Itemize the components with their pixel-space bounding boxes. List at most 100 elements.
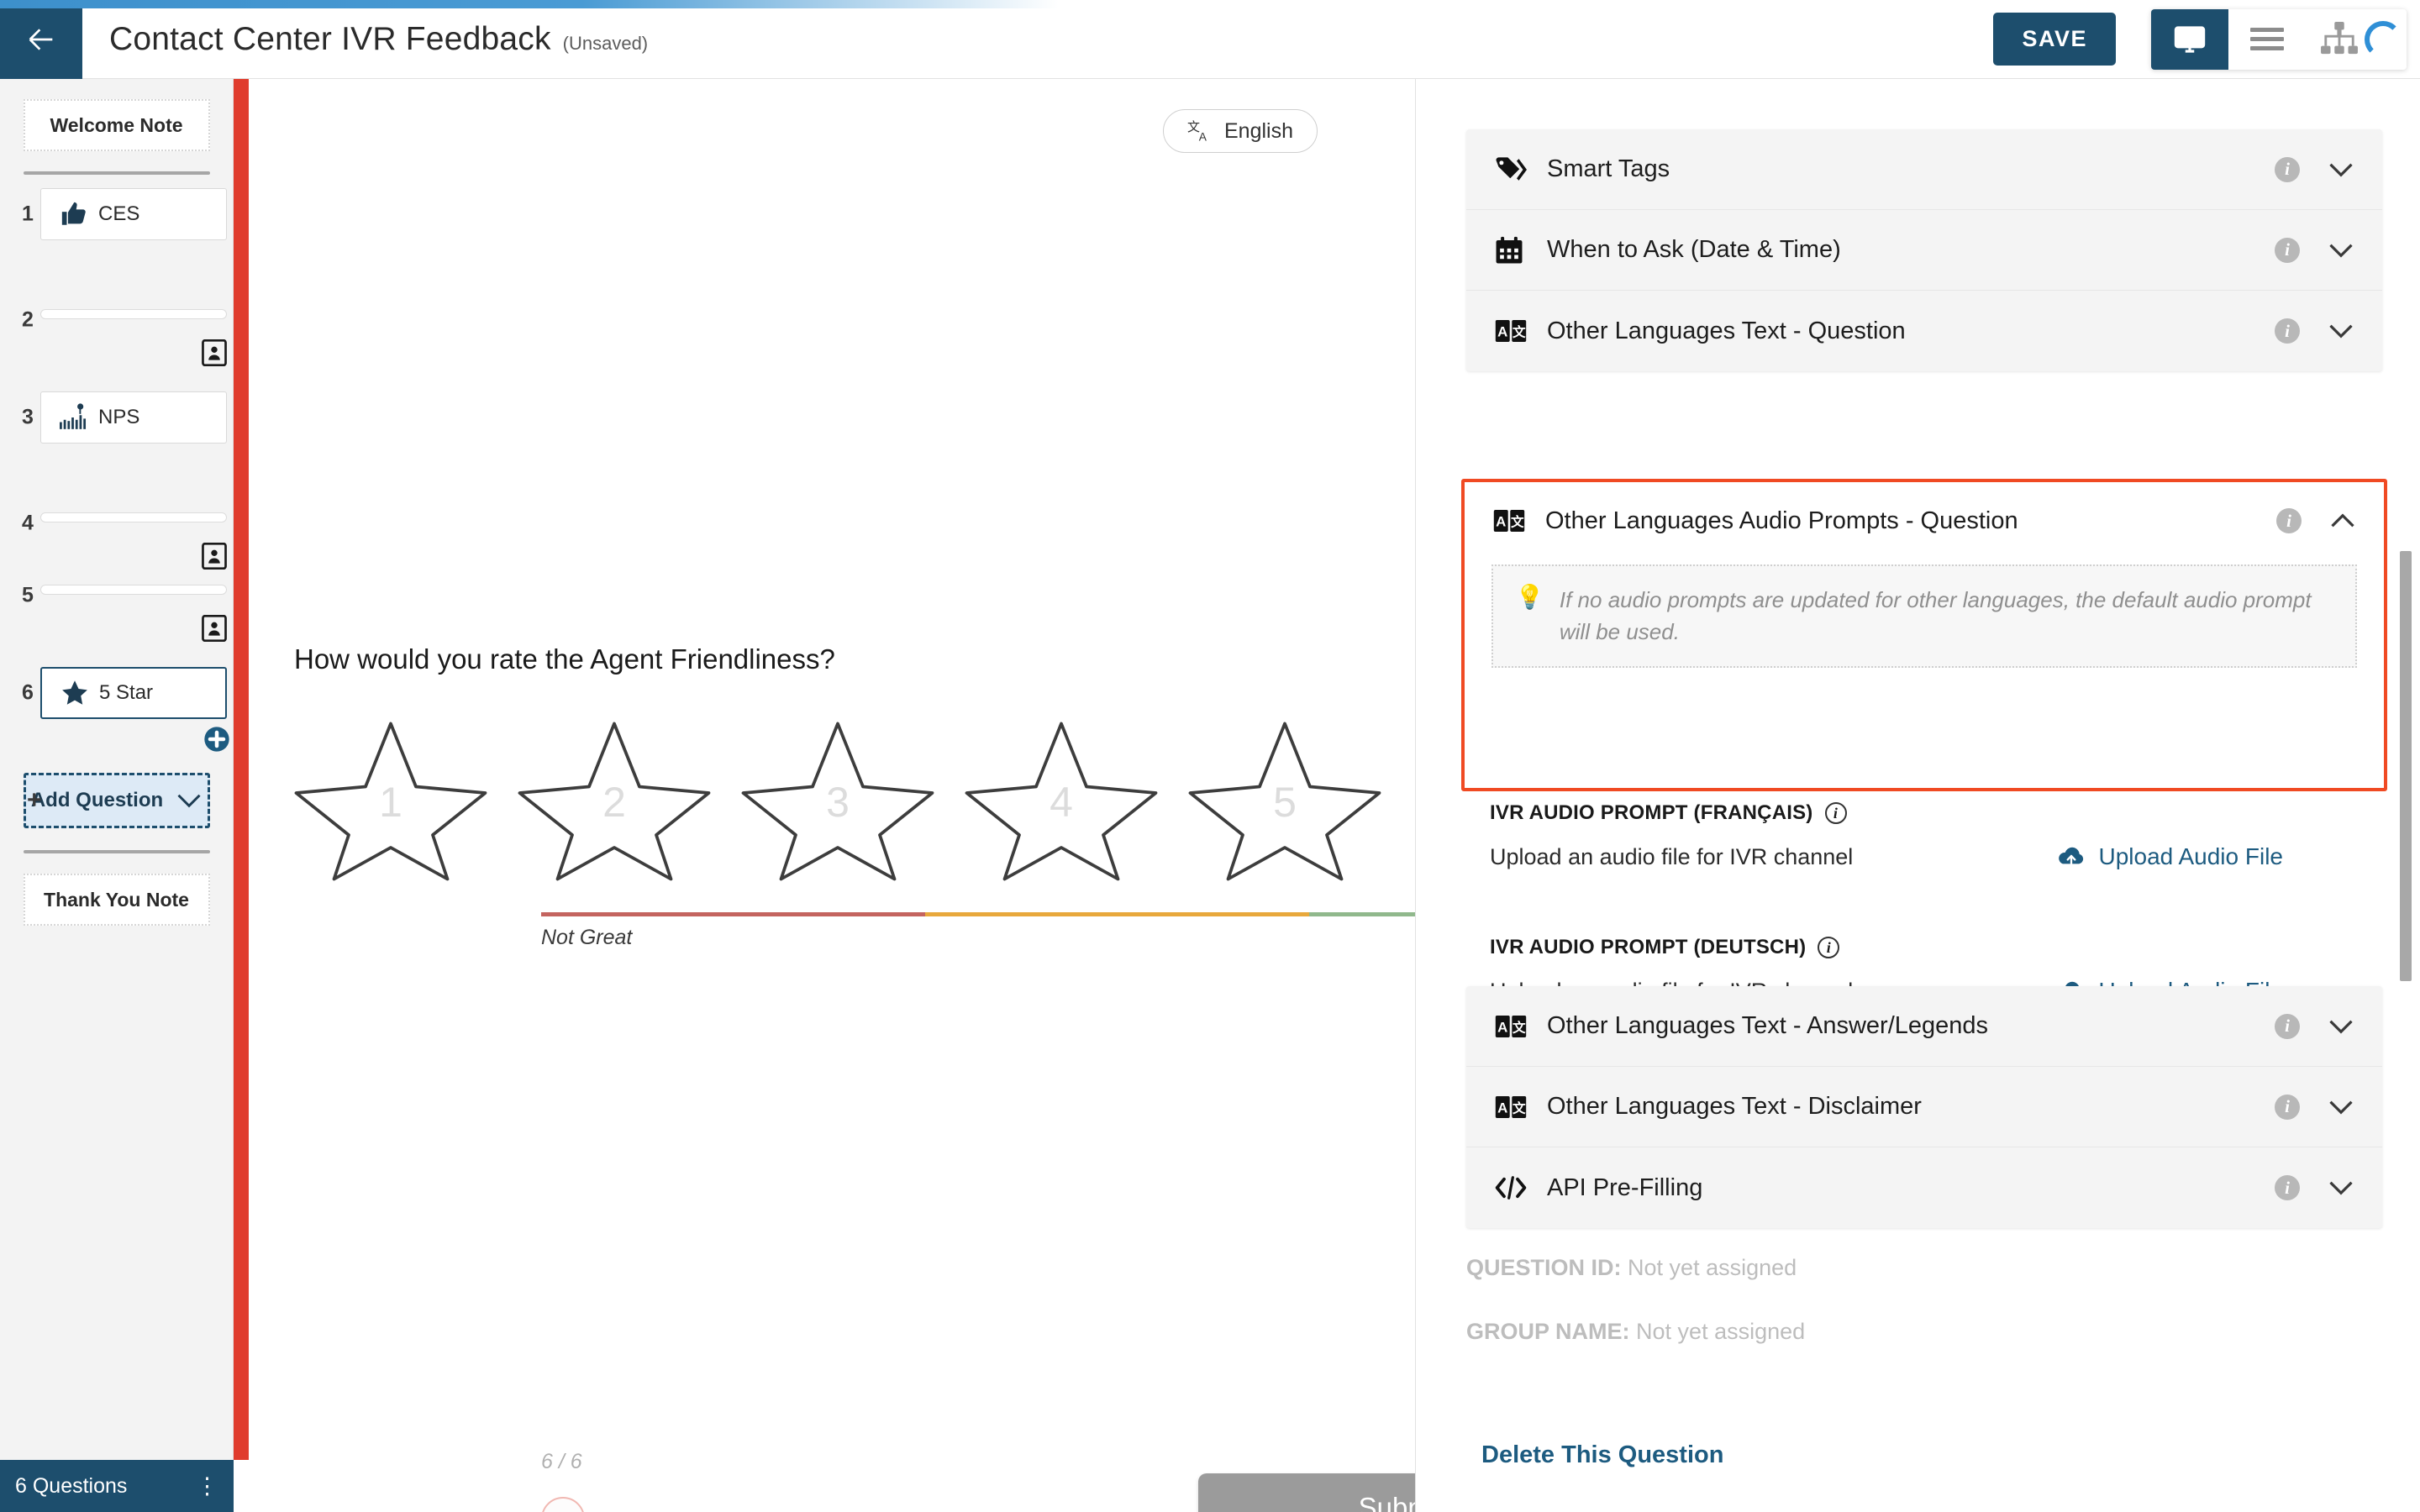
translate-box-icon: A 文	[1495, 1015, 1547, 1037]
upload-description: Upload an audio file for IVR channel	[1490, 843, 1854, 869]
add-question-label: Add Question	[30, 789, 164, 811]
question-number: 5	[22, 583, 34, 607]
loading-spinner-icon	[2365, 20, 2402, 58]
accordion-controls: i	[2275, 1175, 2354, 1200]
accordion-smart-tags[interactable]: Smart Tags i	[1466, 129, 2382, 210]
page-card-icon[interactable]	[202, 339, 227, 366]
question-id-value: Not yet assigned	[1628, 1255, 1797, 1280]
chevron-down-icon[interactable]	[2328, 1100, 2354, 1115]
upload-label-text: IVR AUDIO PROMPT (DEUTSCH)	[1490, 936, 1807, 958]
chevron-down-icon[interactable]	[2328, 1019, 2354, 1034]
sidebar-question-2: 2	[20, 301, 227, 366]
sidebar-question-1: 1 CES	[20, 188, 227, 240]
accordion-controls: i	[2275, 1013, 2354, 1039]
info-icon[interactable]: i	[2276, 508, 2302, 533]
add-question-inline-icon[interactable]	[203, 726, 230, 753]
page-card-icon[interactable]	[202, 543, 227, 570]
accordion-other-lang-question[interactable]: A 文 Other Languages Text - Question i	[1466, 291, 2382, 371]
app-header: Contact Center IVR Feedback (Unsaved) SA…	[0, 0, 2420, 79]
chevron-down-icon[interactable]	[2328, 323, 2354, 339]
sitemap-button[interactable]	[2306, 8, 2373, 70]
submit-button[interactable]: Submit	[1198, 1473, 1415, 1512]
bottom-accordion-group: A 文 Other Languages Text - Answer/Legend…	[1466, 986, 2382, 1228]
translate-box-icon: A 文	[1495, 1095, 1547, 1118]
welcome-note-item[interactable]: Welcome Note	[23, 99, 210, 151]
page-break-bar[interactable]	[40, 512, 227, 522]
info-icon[interactable]: i	[2275, 1013, 2300, 1039]
info-icon[interactable]: i	[2275, 237, 2300, 263]
menu-button[interactable]	[2228, 8, 2306, 70]
chevron-up-icon[interactable]	[2330, 513, 2355, 528]
chevron-down-icon[interactable]	[2328, 162, 2354, 177]
question-card-5star[interactable]: 5 Star	[40, 667, 227, 719]
upload-audio-file-button-francais[interactable]: Upload Audio File	[2057, 843, 2283, 870]
accordion-when-to-ask[interactable]: When to Ask (Date & Time) i	[1466, 210, 2382, 291]
expanded-section-controls: i	[2276, 508, 2355, 533]
vertical-dots-icon[interactable]: ⋮	[196, 1473, 218, 1499]
survey-preview: 文 A English How would you rate the Agent…	[249, 79, 1415, 1512]
info-icon[interactable]: i	[2275, 318, 2300, 344]
add-question-button[interactable]: Add Question	[23, 773, 210, 828]
accordion-other-lang-answer[interactable]: A 文 Other Languages Text - Answer/Legend…	[1466, 986, 2382, 1067]
back-button[interactable]	[0, 0, 82, 79]
thank-you-note-item[interactable]: Thank You Note	[23, 874, 210, 926]
chevron-down-icon[interactable]	[2328, 1180, 2354, 1195]
expanded-section-label: Other Languages Audio Prompts - Question	[1545, 507, 2018, 534]
language-selector[interactable]: 文 A English	[1163, 109, 1318, 153]
sidebar-question-4: 4	[20, 504, 227, 570]
sidebar-question-5: 5	[20, 576, 227, 642]
page-title: Contact Center IVR Feedback	[109, 20, 551, 57]
question-id-line: QUESTION ID: Not yet assigned	[1466, 1255, 1797, 1281]
question-settings-panel: Smart Tags i When to Ask (Date & Time) i…	[1415, 79, 2420, 1512]
info-icon[interactable]: i	[1818, 937, 1840, 958]
sidebar-question-6: 6 5 Star	[20, 667, 229, 752]
monitor-icon	[2174, 25, 2206, 53]
star-option-1[interactable]: 1	[284, 717, 497, 885]
calendar-icon	[1495, 236, 1547, 265]
panel-scrollbar-thumb[interactable]	[2400, 551, 2412, 981]
info-icon[interactable]: i	[2275, 1094, 2300, 1120]
accordion-controls: i	[2275, 237, 2354, 263]
group-name-label: GROUP NAME:	[1466, 1319, 1630, 1344]
question-card-ces[interactable]: CES	[40, 188, 227, 240]
star-option-2[interactable]: 2	[508, 717, 721, 885]
upload-label-text: IVR AUDIO PROMPT (FRANÇAIS)	[1490, 801, 1813, 824]
translate-box-icon: A 文	[1493, 510, 1545, 532]
question-number: 4	[22, 511, 34, 535]
translate-icon: 文 A	[1187, 120, 1207, 143]
svg-text:文: 文	[1511, 514, 1524, 530]
accordion-api-prefilling[interactable]: API Pre-Filling i	[1466, 1147, 2382, 1228]
star-option-5[interactable]: 5	[1178, 717, 1392, 885]
star-value: 2	[602, 779, 626, 826]
desktop-preview-button[interactable]	[2151, 8, 2228, 70]
star-option-3[interactable]: 3	[731, 717, 944, 885]
svg-text:A: A	[1497, 1019, 1507, 1035]
legend-labels: Not Great Awesome	[541, 926, 1415, 950]
svg-text:A: A	[1199, 130, 1207, 143]
info-icon[interactable]: i	[1824, 802, 1847, 824]
save-button[interactable]: SAVE	[1993, 13, 2116, 66]
info-icon[interactable]: i	[2275, 156, 2300, 182]
question-label: CES	[98, 202, 140, 225]
page-loading-bar	[0, 0, 1059, 8]
info-icon[interactable]: i	[2275, 1175, 2300, 1200]
previous-question-button[interactable]	[541, 1497, 585, 1512]
page-break-bar[interactable]	[40, 309, 227, 319]
page-break-bar[interactable]	[40, 585, 227, 595]
star-option-4[interactable]: 4	[955, 717, 1168, 885]
question-card-nps[interactable]: NPS	[40, 391, 227, 444]
accordion-label: API Pre-Filling	[1547, 1173, 1703, 1201]
sitemap-icon	[2321, 21, 2358, 54]
delete-question-link[interactable]: Delete This Question	[1481, 1441, 1723, 1469]
accordion-other-lang-disclaimer[interactable]: A 文 Other Languages Text - Disclaimer i	[1466, 1067, 2382, 1147]
upload-row-francais: Upload an audio file for IVR channel Upl…	[1416, 843, 2342, 870]
sentiment-legend-bar	[541, 912, 1415, 916]
expanded-audio-prompts-section: A 文 Other Languages Audio Prompts - Ques…	[1461, 479, 2387, 791]
page-card-icon[interactable]	[202, 615, 227, 642]
group-name-line: GROUP NAME: Not yet assigned	[1466, 1319, 1805, 1345]
chevron-down-icon[interactable]	[2328, 243, 2354, 258]
expanded-section-header[interactable]: A 文 Other Languages Audio Prompts - Ques…	[1465, 482, 2384, 559]
svg-text:文: 文	[1187, 120, 1200, 134]
question-sidebar: Welcome Note 1 CES 2 3 NPS 4 5 6 5 Star …	[0, 79, 234, 1512]
sidebar-question-3: 3 NPS	[20, 391, 227, 444]
